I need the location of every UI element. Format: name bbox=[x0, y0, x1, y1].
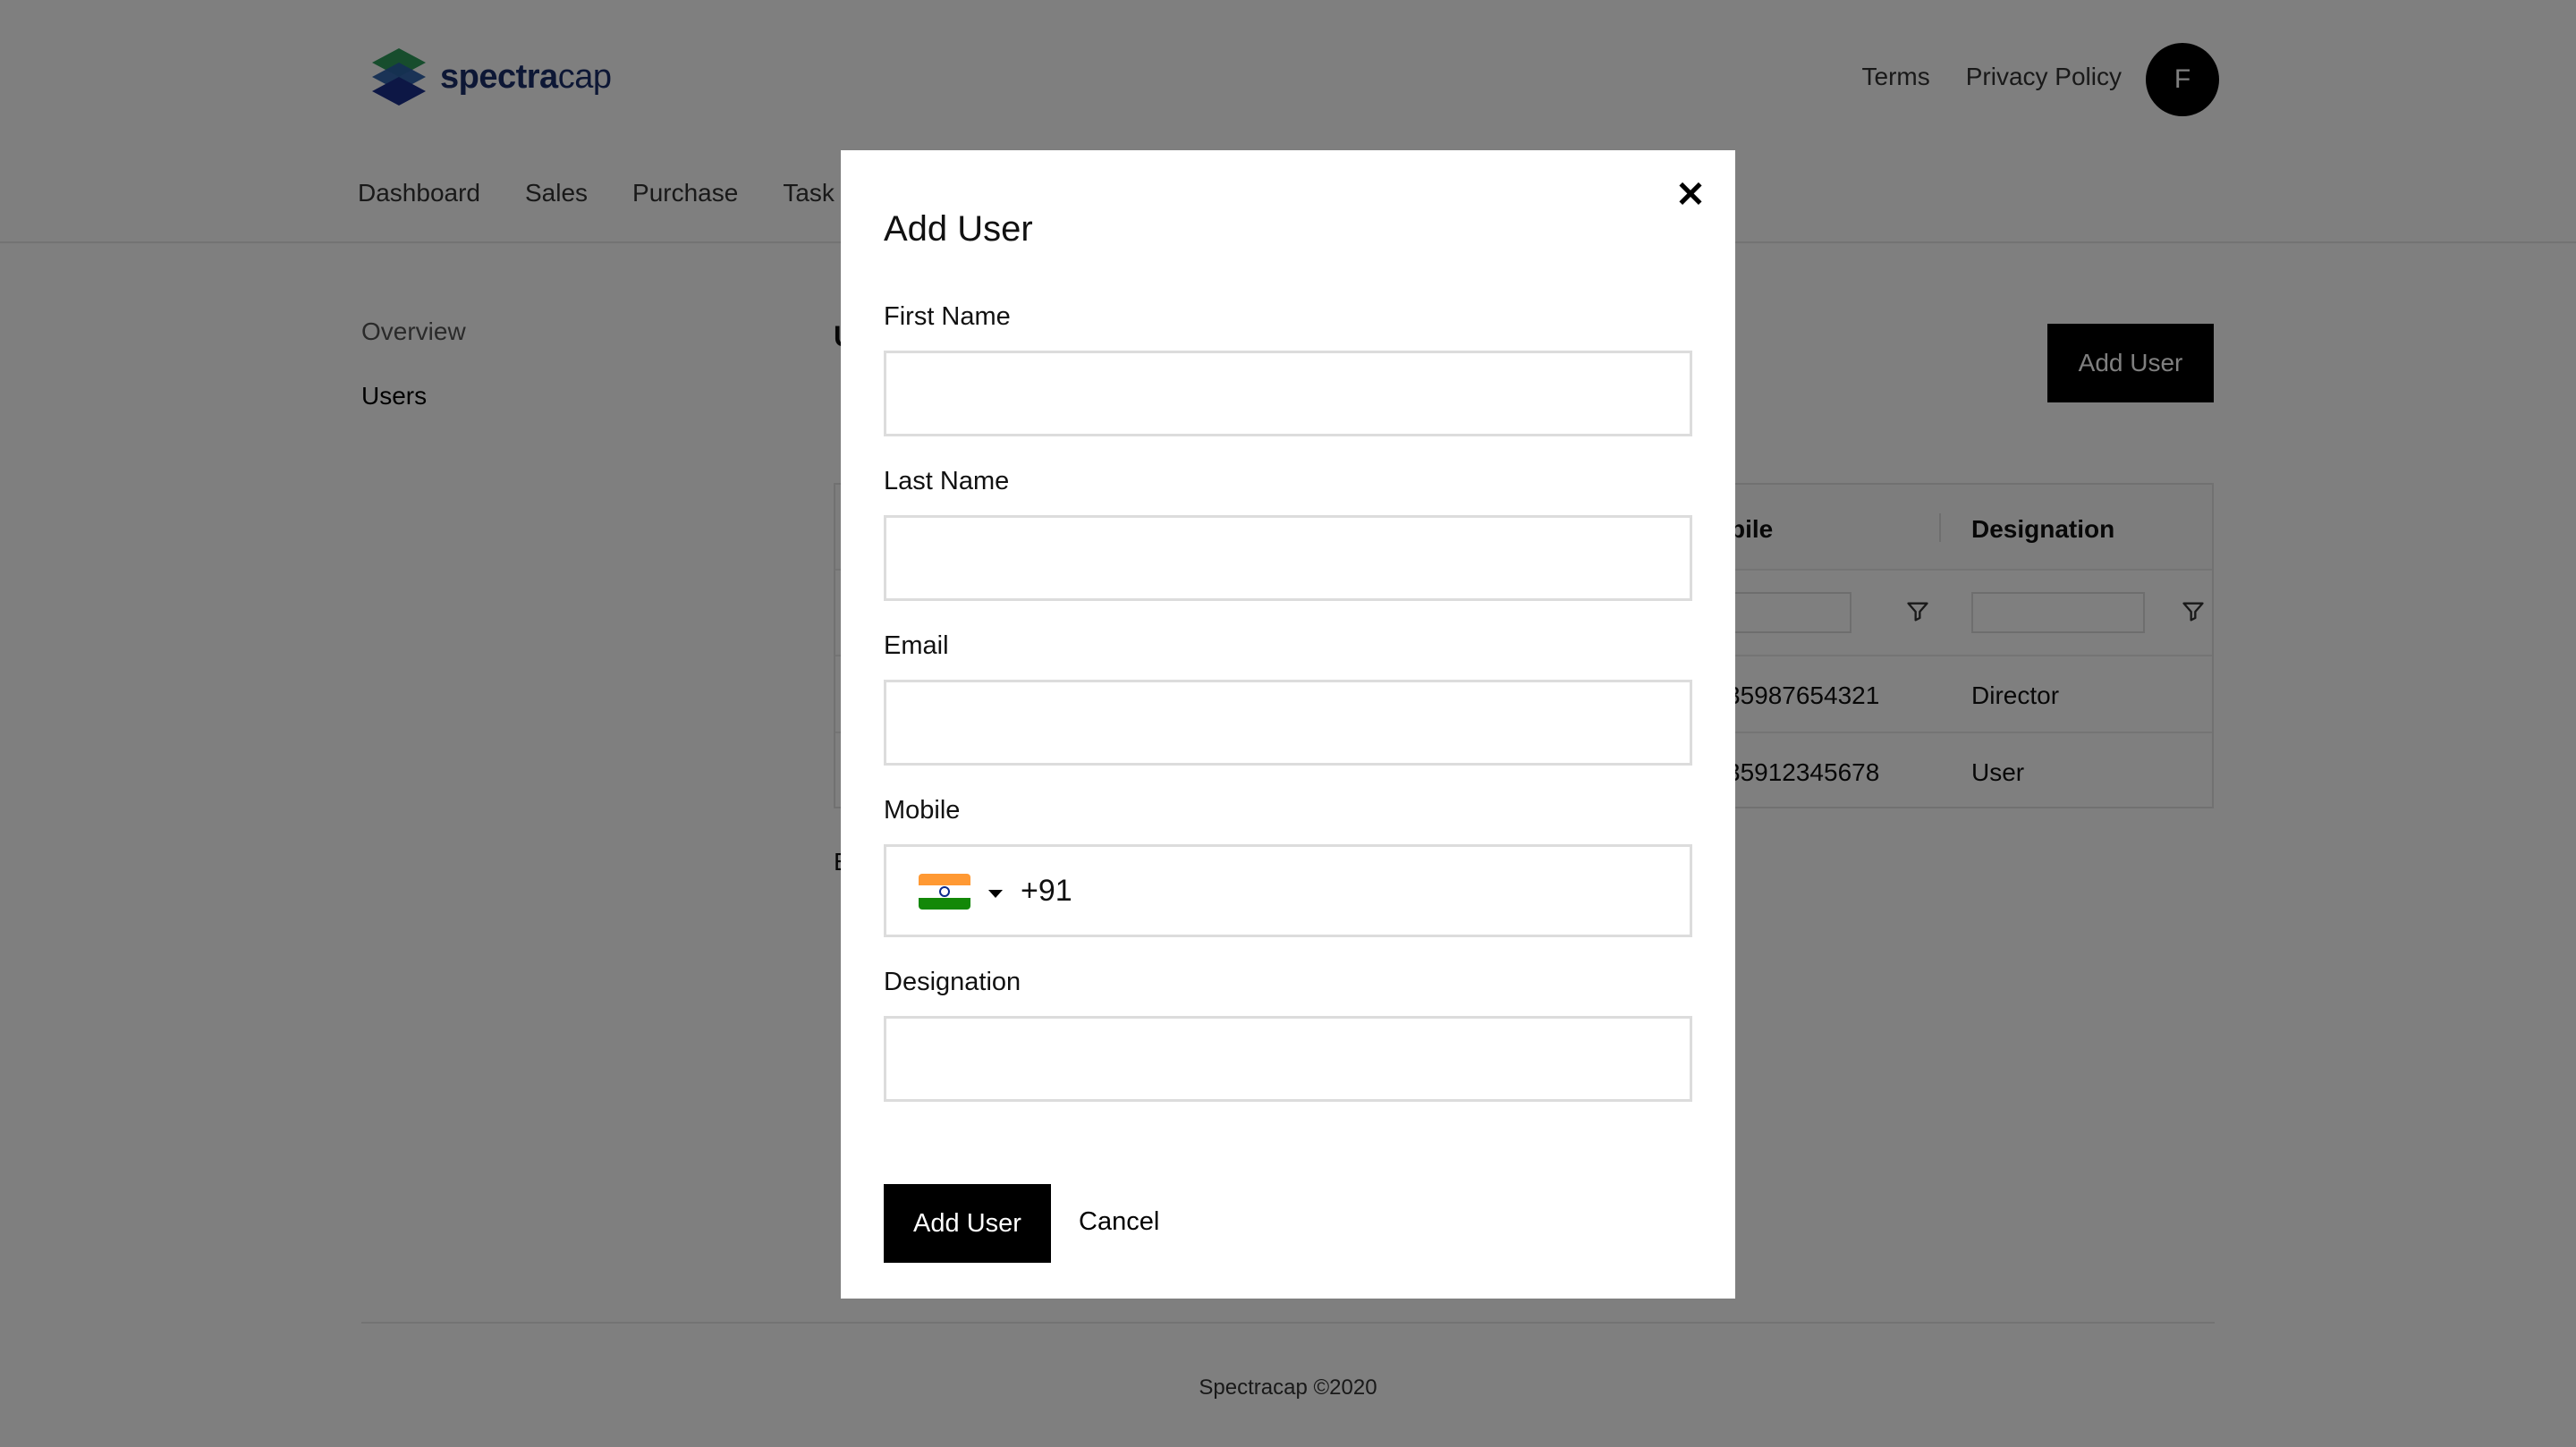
dial-code: +91 bbox=[1021, 874, 1072, 908]
mobile-label: Mobile bbox=[884, 796, 961, 825]
first-name-input[interactable] bbox=[884, 351, 1692, 436]
cancel-button[interactable]: Cancel bbox=[1079, 1207, 1159, 1237]
modal-title: Add User bbox=[884, 209, 1033, 249]
chevron-down-icon[interactable] bbox=[988, 890, 1003, 898]
last-name-label: Last Name bbox=[884, 467, 1010, 495]
india-flag-icon[interactable] bbox=[919, 874, 970, 910]
mobile-input[interactable]: +91 bbox=[884, 844, 1692, 937]
designation-input[interactable] bbox=[884, 1016, 1692, 1102]
email-input[interactable] bbox=[884, 680, 1692, 766]
last-name-input[interactable] bbox=[884, 515, 1692, 601]
close-icon[interactable]: ✕ bbox=[1671, 175, 1710, 215]
submit-add-user-button[interactable]: Add User bbox=[884, 1184, 1051, 1263]
designation-label: Designation bbox=[884, 968, 1021, 996]
first-name-label: First Name bbox=[884, 302, 1011, 331]
email-label: Email bbox=[884, 631, 949, 660]
